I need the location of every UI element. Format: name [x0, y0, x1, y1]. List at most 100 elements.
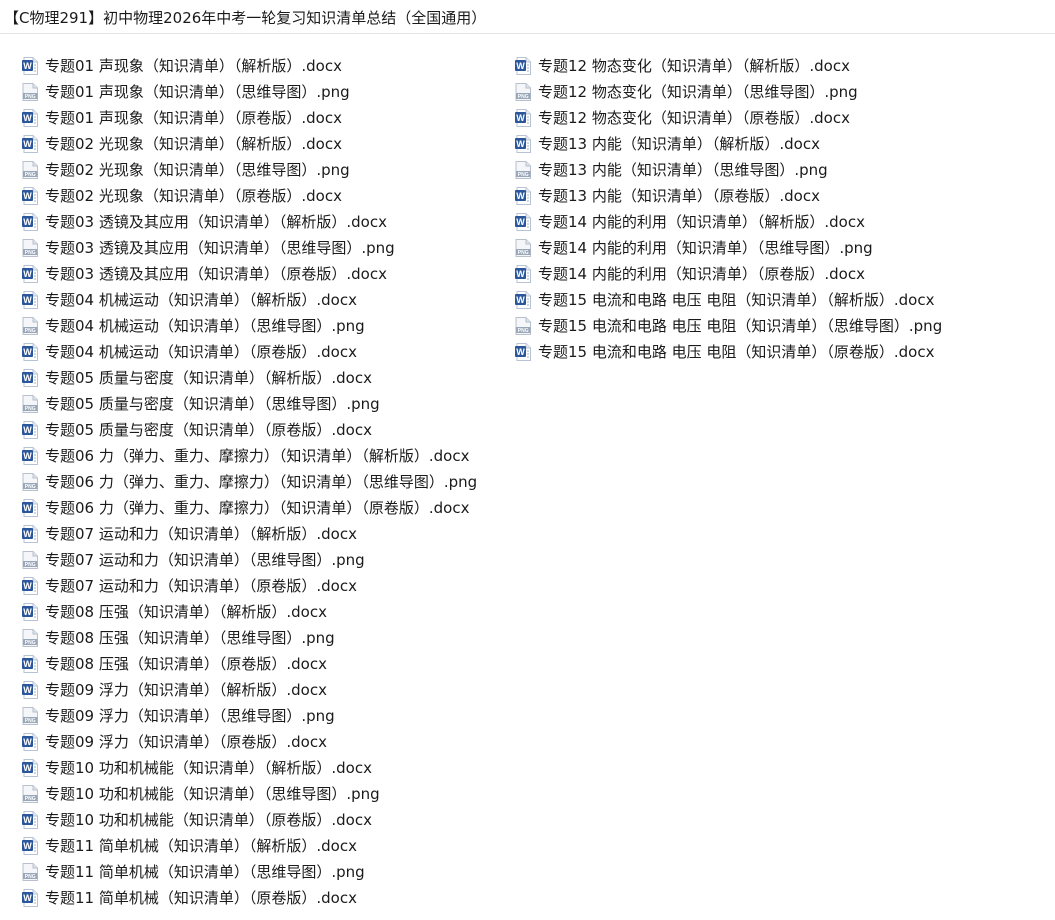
file-item[interactable]: W 专题01 声现象（知识清单）（原卷版）.docx	[22, 105, 477, 131]
file-item[interactable]: W 专题13 内能（知识清单）（原卷版）.docx	[515, 183, 942, 209]
file-name: 专题09 浮力（知识清单）（解析版）.docx	[45, 681, 327, 699]
png-image-icon: PNG	[515, 83, 531, 101]
file-item[interactable]: PNG 专题11 简单机械（知识清单）（思维导图）.png	[22, 859, 477, 885]
file-item[interactable]: PNG 专题04 机械运动（知识清单）（思维导图）.png	[22, 313, 477, 339]
svg-text:W: W	[516, 139, 525, 149]
file-name: 专题13 内能（知识清单）（思维导图）.png	[538, 161, 828, 179]
file-item[interactable]: PNG 专题10 功和机械能（知识清单）（思维导图）.png	[22, 781, 477, 807]
word-doc-icon: W	[22, 681, 38, 699]
file-item[interactable]: W 专题12 物态变化（知识清单）（原卷版）.docx	[515, 105, 942, 131]
word-doc-icon: W	[22, 889, 38, 907]
word-doc-icon: W	[22, 577, 38, 595]
file-item[interactable]: W 专题06 力（弹力、重力、摩擦力）（知识清单）（原卷版）.docx	[22, 495, 477, 521]
png-image-icon: PNG	[22, 785, 38, 803]
file-item[interactable]: PNG 专题06 力（弹力、重力、摩擦力）（知识清单）（思维导图）.png	[22, 469, 477, 495]
file-item[interactable]: W 专题04 机械运动（知识清单）（解析版）.docx	[22, 287, 477, 313]
file-name: 专题08 压强（知识清单）（思维导图）.png	[45, 629, 335, 647]
word-doc-icon: W	[22, 525, 38, 543]
png-image-icon: PNG	[515, 161, 531, 179]
png-image-icon: PNG	[515, 317, 531, 335]
file-name: 专题06 力（弹力、重力、摩擦力）（知识清单）（解析版）.docx	[45, 447, 470, 465]
file-item[interactable]: PNG 专题02 光现象（知识清单）（思维导图）.png	[22, 157, 477, 183]
file-item[interactable]: W 专题10 功和机械能（知识清单）（解析版）.docx	[22, 755, 477, 781]
word-doc-icon: W	[22, 135, 38, 153]
file-item[interactable]: W 专题15 电流和电路 电压 电阻（知识清单）（解析版）.docx	[515, 287, 942, 313]
file-item[interactable]: PNG 专题14 内能的利用（知识清单）（思维导图）.png	[515, 235, 942, 261]
svg-text:W: W	[23, 815, 32, 825]
file-name: 专题15 电流和电路 电压 电阻（知识清单）（原卷版）.docx	[538, 343, 935, 361]
svg-text:W: W	[23, 893, 32, 903]
file-name: 专题07 运动和力（知识清单）（思维导图）.png	[45, 551, 365, 569]
file-item[interactable]: W 专题10 功和机械能（知识清单）（原卷版）.docx	[22, 807, 477, 833]
file-name: 专题12 物态变化（知识清单）（原卷版）.docx	[538, 109, 850, 127]
file-item[interactable]: W 专题02 光现象（知识清单）（原卷版）.docx	[22, 183, 477, 209]
file-name: 专题14 内能的利用（知识清单）（思维导图）.png	[538, 239, 873, 257]
svg-text:W: W	[23, 373, 32, 383]
png-image-icon: PNG	[22, 395, 38, 413]
file-item[interactable]: W 专题13 内能（知识清单）（解析版）.docx	[515, 131, 942, 157]
file-item[interactable]: W 专题12 物态变化（知识清单）（解析版）.docx	[515, 53, 942, 79]
file-item[interactable]: PNG 专题12 物态变化（知识清单）（思维导图）.png	[515, 79, 942, 105]
word-doc-icon: W	[22, 447, 38, 465]
file-item[interactable]: W 专题05 质量与密度（知识清单）（原卷版）.docx	[22, 417, 477, 443]
file-name: 专题02 光现象（知识清单）（思维导图）.png	[45, 161, 350, 179]
svg-text:W: W	[23, 61, 32, 71]
file-item[interactable]: W 专题07 运动和力（知识清单）（解析版）.docx	[22, 521, 477, 547]
word-doc-icon: W	[22, 811, 38, 829]
file-item[interactable]: PNG 专题13 内能（知识清单）（思维导图）.png	[515, 157, 942, 183]
file-item[interactable]: W 专题01 声现象（知识清单）（解析版）.docx	[22, 53, 477, 79]
svg-text:W: W	[516, 295, 525, 305]
file-item[interactable]: W 专题07 运动和力（知识清单）（原卷版）.docx	[22, 573, 477, 599]
file-item[interactable]: W 专题06 力（弹力、重力、摩擦力）（知识清单）（解析版）.docx	[22, 443, 477, 469]
file-item[interactable]: W 专题08 压强（知识清单）（解析版）.docx	[22, 599, 477, 625]
file-item[interactable]: PNG 专题15 电流和电路 电压 电阻（知识清单）（思维导图）.png	[515, 313, 942, 339]
svg-text:PNG: PNG	[25, 94, 36, 100]
word-doc-icon: W	[22, 421, 38, 439]
file-item[interactable]: PNG 专题07 运动和力（知识清单）（思维导图）.png	[22, 547, 477, 573]
file-item[interactable]: W 专题14 内能的利用（知识清单）（原卷版）.docx	[515, 261, 942, 287]
file-name: 专题14 内能的利用（知识清单）（原卷版）.docx	[538, 265, 865, 283]
file-item[interactable]: PNG 专题05 质量与密度（知识清单）（思维导图）.png	[22, 391, 477, 417]
file-item[interactable]: PNG 专题03 透镜及其应用（知识清单）（思维导图）.png	[22, 235, 477, 261]
word-doc-icon: W	[22, 369, 38, 387]
svg-text:PNG: PNG	[25, 874, 36, 880]
svg-text:W: W	[23, 841, 32, 851]
png-image-icon: PNG	[22, 161, 38, 179]
file-item[interactable]: PNG 专题08 压强（知识清单）（思维导图）.png	[22, 625, 477, 651]
svg-text:PNG: PNG	[25, 640, 36, 646]
word-doc-icon: W	[22, 655, 38, 673]
file-name: 专题05 质量与密度（知识清单）（解析版）.docx	[45, 369, 372, 387]
file-item[interactable]: W 专题11 简单机械（知识清单）（解析版）.docx	[22, 833, 477, 859]
file-name: 专题08 压强（知识清单）（解析版）.docx	[45, 603, 327, 621]
file-name: 专题03 透镜及其应用（知识清单）（解析版）.docx	[45, 213, 387, 231]
word-doc-icon: W	[22, 57, 38, 75]
word-doc-icon: W	[22, 733, 38, 751]
file-item[interactable]: W 专题14 内能的利用（知识清单）（解析版）.docx	[515, 209, 942, 235]
file-name: 专题01 声现象（知识清单）（解析版）.docx	[45, 57, 342, 75]
svg-text:PNG: PNG	[25, 172, 36, 178]
svg-text:PNG: PNG	[518, 328, 529, 334]
file-item[interactable]: W 专题02 光现象（知识清单）（解析版）.docx	[22, 131, 477, 157]
file-item[interactable]: W 专题05 质量与密度（知识清单）（解析版）.docx	[22, 365, 477, 391]
file-item[interactable]: PNG 专题09 浮力（知识清单）（思维导图）.png	[22, 703, 477, 729]
svg-text:PNG: PNG	[25, 796, 36, 802]
svg-text:PNG: PNG	[25, 250, 36, 256]
file-item[interactable]: W 专题15 电流和电路 电压 电阻（知识清单）（原卷版）.docx	[515, 339, 942, 365]
svg-text:W: W	[23, 737, 32, 747]
file-item[interactable]: W 专题03 透镜及其应用（知识清单）（原卷版）.docx	[22, 261, 477, 287]
file-item[interactable]: W 专题04 机械运动（知识清单）（原卷版）.docx	[22, 339, 477, 365]
word-doc-icon: W	[22, 291, 38, 309]
svg-text:W: W	[23, 347, 32, 357]
file-item[interactable]: W 专题11 简单机械（知识清单）（原卷版）.docx	[22, 885, 477, 911]
file-item[interactable]: PNG 专题01 声现象（知识清单）（思维导图）.png	[22, 79, 477, 105]
png-image-icon: PNG	[22, 863, 38, 881]
svg-text:PNG: PNG	[25, 718, 36, 724]
file-item[interactable]: W 专题03 透镜及其应用（知识清单）（解析版）.docx	[22, 209, 477, 235]
svg-text:W: W	[23, 191, 32, 201]
file-item[interactable]: W 专题09 浮力（知识清单）（原卷版）.docx	[22, 729, 477, 755]
word-doc-icon: W	[515, 265, 531, 283]
svg-text:PNG: PNG	[518, 172, 529, 178]
file-item[interactable]: W 专题09 浮力（知识清单）（解析版）.docx	[22, 677, 477, 703]
file-item[interactable]: W 专题08 压强（知识清单）（原卷版）.docx	[22, 651, 477, 677]
png-image-icon: PNG	[22, 239, 38, 257]
